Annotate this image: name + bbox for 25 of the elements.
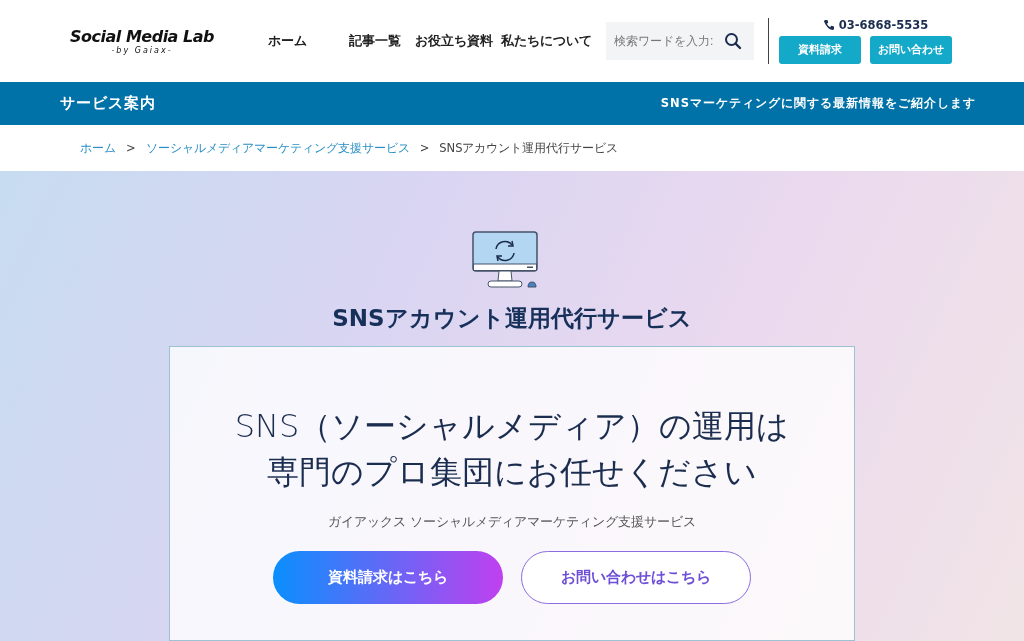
breadcrumb-current: SNSアカウント運用代行サービス <box>439 140 619 156</box>
phone-number: 03-6868-5535 <box>838 18 929 32</box>
headline-line: SNS（ソーシャルメディア）の運用は <box>234 406 790 447</box>
hero-subtitle: ガイアックス ソーシャルメディアマーケティング支援サービス <box>327 513 697 531</box>
logo-title: Social Media Lab <box>70 27 214 46</box>
breadcrumb-link[interactable]: ホーム <box>80 140 116 156</box>
cta-button[interactable]: お問い合わせはこちら <box>521 551 751 604</box>
nav-link[interactable]: ホーム <box>268 32 307 50</box>
monitor-icon <box>472 231 540 289</box>
cta-button[interactable]: 資料請求はこちら <box>273 551 503 604</box>
phone-icon <box>822 19 835 31</box>
search-icon[interactable] <box>724 32 742 50</box>
section-tagline: SNSマーケティングに関する最新情報をご紹介します <box>660 96 976 111</box>
search-input[interactable]: 検索ワードを入力: <box>612 33 724 49</box>
nav-link[interactable]: お役立ち資料 <box>415 32 493 50</box>
breadcrumb-separator: > <box>126 141 136 155</box>
breadcrumb-separator: > <box>419 141 430 155</box>
section-title: サービス案内 <box>60 94 156 113</box>
logo-subtitle: -by Gaiax- <box>111 46 173 55</box>
breadcrumb-link[interactable]: ソーシャルメディアマーケティング支援サービス <box>145 140 410 156</box>
nav-link[interactable]: 私たちについて <box>501 32 592 50</box>
hero-title: SNSアカウント運用代行サービス <box>332 304 692 333</box>
nav-link[interactable]: 記事一覧 <box>349 32 401 50</box>
headline-line: 専門のプロ集団にお任せください <box>267 452 757 493</box>
search-bar[interactable]: 検索ワードを入力: <box>606 22 754 60</box>
